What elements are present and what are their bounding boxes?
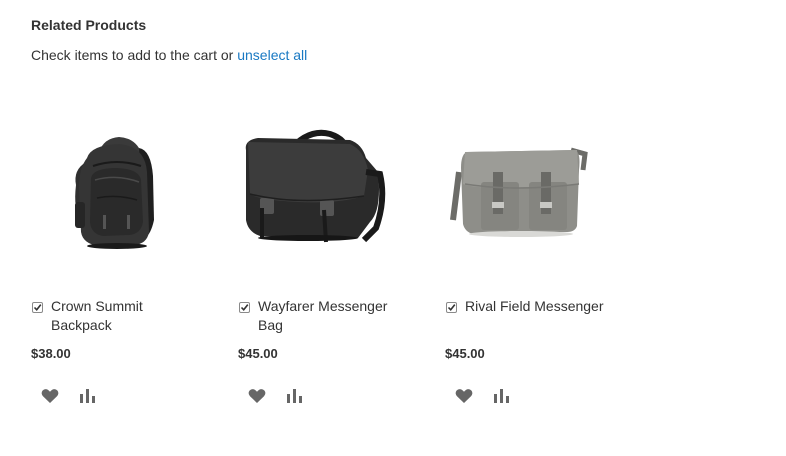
checkmark-icon [447,304,456,312]
block-title: Related Products [31,17,147,33]
product-price: $38.00 [31,346,71,361]
checkmark-icon [33,304,42,312]
product-select-checkbox[interactable] [239,302,250,313]
product-image-field-messenger[interactable] [445,110,620,285]
product-select-checkbox[interactable] [32,302,43,313]
product-name-link[interactable]: Rival Field Messenger [465,297,605,316]
product-price: $45.00 [238,346,278,361]
product-name-link[interactable]: Crown Summit Backpack [51,297,191,335]
block-actions: Check items to add to the cart or unsele… [31,47,307,63]
block-actions-text: Check items to add to the cart or [31,47,234,63]
compare-icon[interactable] [284,385,306,407]
product-price: $45.00 [445,346,485,361]
product-name-link[interactable]: Wayfarer Messenger Bag [258,297,398,335]
product-image-backpack[interactable] [31,110,206,285]
unselect-all-link[interactable]: unselect all [237,47,307,63]
checkmark-icon [240,304,249,312]
product-image-messenger[interactable] [238,110,413,285]
heart-icon[interactable] [453,385,475,407]
backpack-image [75,137,154,249]
compare-icon[interactable] [77,385,99,407]
product-select-checkbox[interactable] [446,302,457,313]
heart-icon[interactable] [39,385,61,407]
field-messenger-image [450,147,588,237]
heart-icon[interactable] [246,385,268,407]
messenger-bag-image [245,129,386,243]
compare-icon[interactable] [491,385,513,407]
